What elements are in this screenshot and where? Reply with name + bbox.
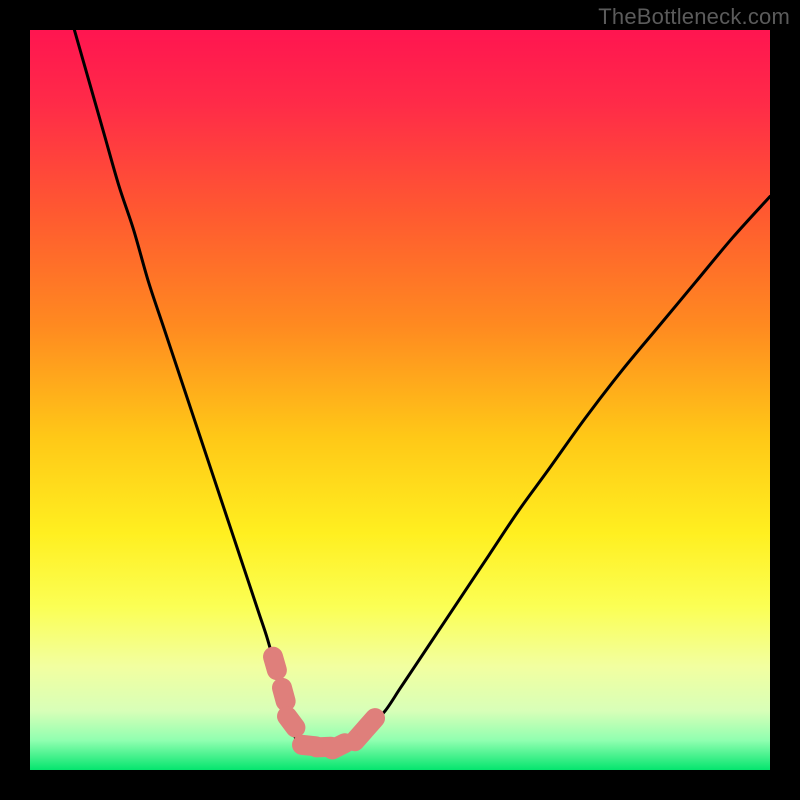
marker-right-mid: [366, 718, 375, 729]
watermark-text: TheBottleneck.com: [598, 4, 790, 30]
marker-left-mid: [282, 688, 286, 702]
frame: TheBottleneck.com: [0, 0, 800, 800]
curve-layer: [30, 30, 770, 770]
bottleneck-curve: [74, 30, 770, 747]
marker-left-hi: [273, 657, 277, 670]
marker-left-lo: [287, 716, 295, 727]
marker-bot-3: [332, 743, 345, 749]
plot-area: [30, 30, 770, 770]
